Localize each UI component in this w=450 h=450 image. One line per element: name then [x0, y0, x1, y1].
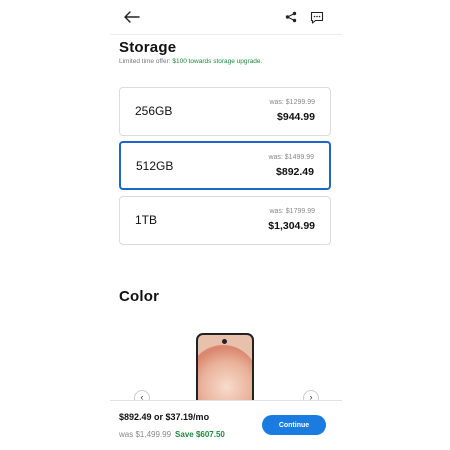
arrow-left-icon [124, 11, 140, 23]
storage-option-label: 256GB [135, 104, 173, 118]
was-price-line: was $1,499.99 Save $607.50 [119, 430, 225, 439]
storage-option-was-price: was: $1299.99 [269, 99, 315, 106]
back-button[interactable] [122, 8, 142, 26]
storage-option-price: $1,304.99 [268, 220, 315, 232]
storage-option-was-price: was: $1499.99 [268, 154, 314, 161]
storage-option-label: 512GB [136, 159, 174, 173]
storage-option-price: $892.49 [276, 166, 314, 178]
offer-highlight: $100 towards storage upgrade. [172, 58, 263, 65]
was-price: was $1,499.99 [119, 430, 172, 439]
storage-option-256gb[interactable]: 256GB was: $1299.99 $944.99 [119, 87, 331, 136]
offer-prefix: Limited time offer: [119, 58, 173, 65]
share-icon [285, 11, 297, 23]
chat-button[interactable] [307, 8, 327, 26]
storage-option-label: 1TB [135, 213, 158, 227]
storage-offer-text: Limited time offer: $100 towards storage… [119, 58, 262, 65]
product-config-screen: Storage Limited time offer: $100 towards… [110, 0, 342, 450]
front-camera-dot [222, 339, 227, 344]
storage-option-price: $944.99 [277, 111, 315, 123]
top-bar [110, 0, 342, 35]
storage-option-1tb[interactable]: 1TB was: $1799.99 $1,304.99 [119, 196, 331, 245]
storage-option-was-price: was: $1799.99 [269, 208, 315, 215]
savings-amount: Save $607.50 [175, 430, 225, 439]
bottom-price-bar: $892.49 or $37.19/mo was $1,499.99 Save $… [110, 400, 342, 450]
chat-icon [310, 11, 324, 24]
continue-button[interactable]: Continue [262, 415, 326, 435]
storage-option-512gb[interactable]: 512GB was: $1499.99 $892.49 [119, 141, 331, 190]
share-button[interactable] [281, 8, 301, 26]
color-heading: Color [119, 288, 160, 305]
total-price: $892.49 or $37.19/mo [119, 412, 210, 422]
storage-heading: Storage [119, 39, 177, 56]
